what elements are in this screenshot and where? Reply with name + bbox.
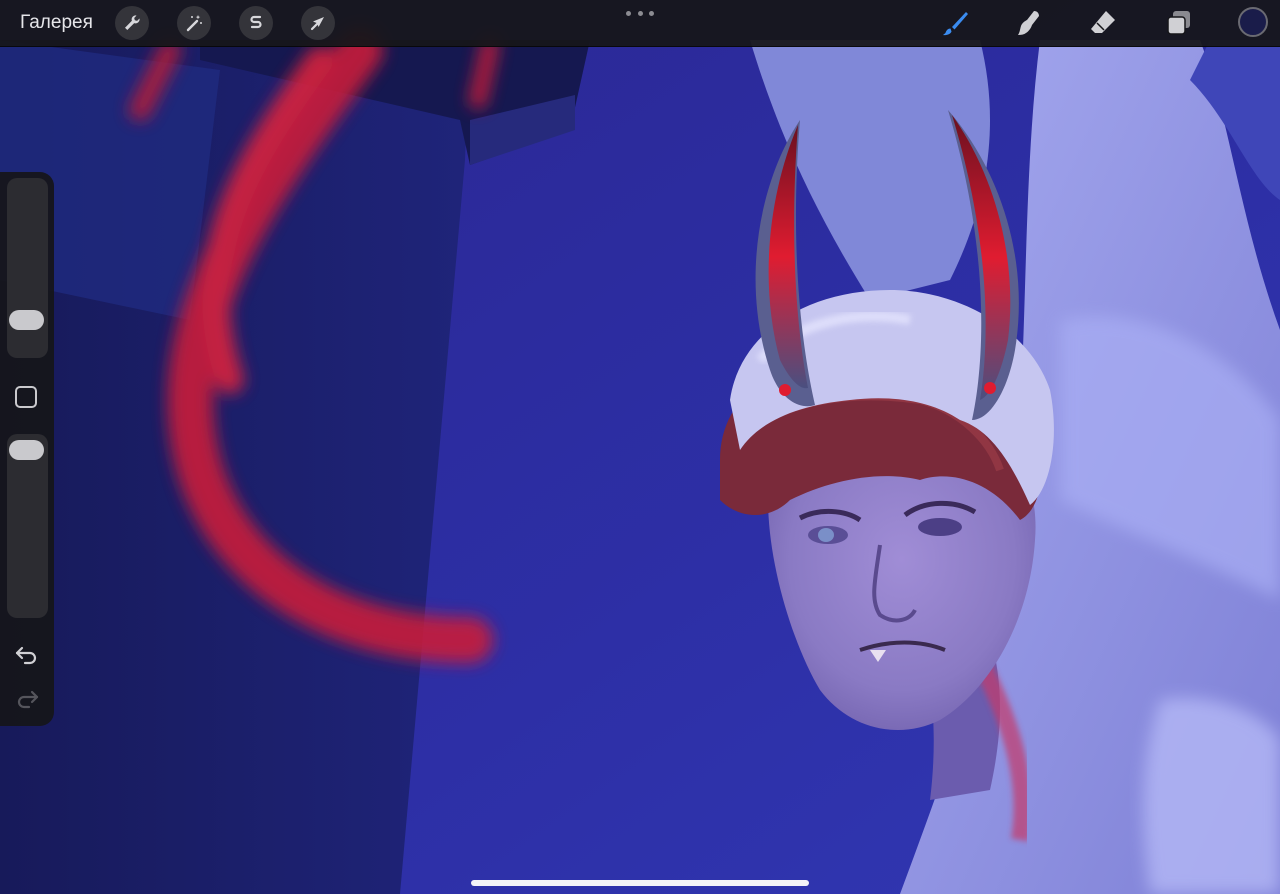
ellipsis-dot bbox=[649, 10, 654, 16]
eraser-icon bbox=[1091, 11, 1115, 33]
smudge-tool-button[interactable] bbox=[1012, 6, 1046, 40]
wrench-icon bbox=[125, 15, 140, 30]
layers-button[interactable] bbox=[1162, 6, 1196, 40]
redo-arrow-icon[interactable] bbox=[13, 684, 41, 712]
opacity-slider-thumb[interactable] bbox=[9, 440, 44, 460]
modify-button[interactable] bbox=[15, 386, 37, 408]
artwork bbox=[0, 0, 1280, 894]
brush-icon bbox=[943, 12, 968, 36]
drawing-canvas[interactable] bbox=[0, 0, 1280, 894]
brush-size-slider-thumb[interactable] bbox=[9, 309, 44, 330]
brush-tool-button[interactable] bbox=[938, 6, 972, 40]
transform-button[interactable] bbox=[301, 6, 335, 40]
magic-wand-icon bbox=[186, 15, 202, 32]
selection-s-icon bbox=[250, 15, 262, 29]
opacity-slider[interactable] bbox=[7, 434, 48, 618]
actions-button[interactable] bbox=[115, 6, 149, 40]
arrow-cursor-icon bbox=[310, 17, 324, 31]
undo-arrow-icon[interactable] bbox=[13, 640, 41, 668]
selection-button[interactable] bbox=[239, 6, 273, 40]
adjustments-button[interactable] bbox=[177, 6, 211, 40]
eraser-tool-button[interactable] bbox=[1086, 6, 1120, 40]
brush-size-slider[interactable] bbox=[7, 178, 48, 358]
smudge-finger-icon bbox=[1018, 11, 1039, 35]
color-picker-button[interactable] bbox=[1238, 7, 1268, 37]
left-sidebar bbox=[0, 172, 54, 726]
home-indicator[interactable] bbox=[471, 880, 809, 886]
ellipsis-dot bbox=[637, 10, 643, 16]
layers-icon bbox=[1167, 11, 1190, 35]
ellipsis-dot bbox=[626, 10, 631, 16]
top-toolbar: Галерея bbox=[0, 0, 1280, 47]
gallery-button[interactable]: Галерея bbox=[20, 11, 93, 35]
more-menu-button[interactable] bbox=[626, 6, 654, 20]
